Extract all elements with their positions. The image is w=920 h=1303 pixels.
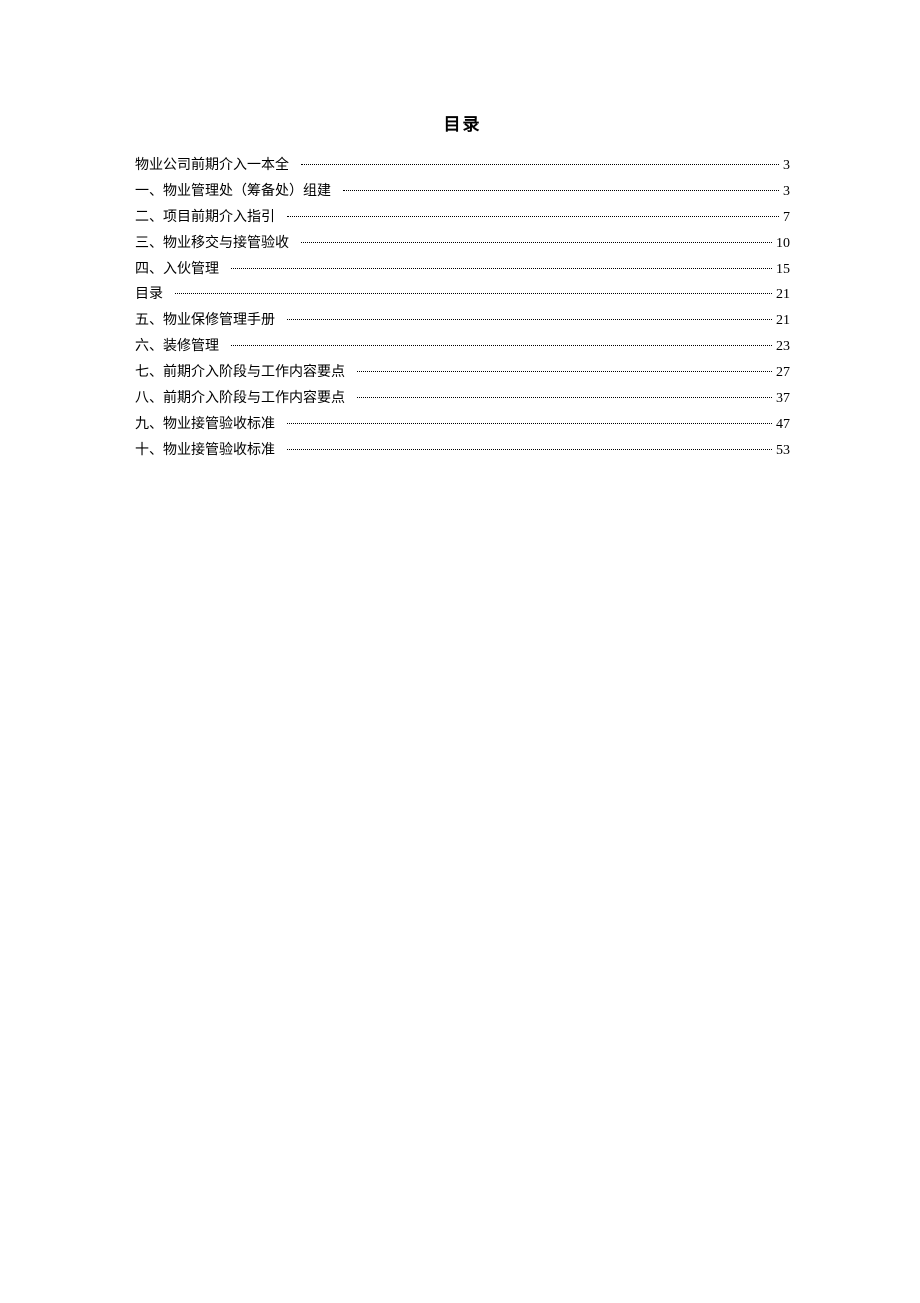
toc-entry: 四、入伙管理 15	[135, 257, 790, 283]
toc-entry: 九、物业接管验收标准 47	[135, 412, 790, 438]
toc-entry-label: 二、项目前期介入指引	[135, 205, 287, 231]
toc-leader-dots	[175, 293, 772, 294]
toc-entry-label: 四、入伙管理	[135, 257, 231, 283]
toc-leader-dots	[287, 216, 779, 217]
toc-leader-dots	[301, 242, 772, 243]
toc-entry: 八、前期介入阶段与工作内容要点 37	[135, 386, 790, 412]
toc-leader-dots	[357, 397, 772, 398]
toc-entry-page: 3	[779, 179, 790, 205]
toc-entry-page: 21	[772, 308, 790, 334]
toc-entry-label: 五、物业保修管理手册	[135, 308, 287, 334]
toc-list: 物业公司前期介入一本全 3 一、物业管理处（筹备处）组建 3 二、项目前期介入指…	[135, 153, 790, 464]
toc-entry-page: 7	[779, 205, 790, 231]
toc-leader-dots	[287, 449, 772, 450]
toc-entry-label: 物业公司前期介入一本全	[135, 153, 301, 179]
toc-entry: 目录 21	[135, 282, 790, 308]
toc-entry-page: 3	[779, 153, 790, 179]
toc-entry-label: 九、物业接管验收标准	[135, 412, 287, 438]
toc-entry-label: 八、前期介入阶段与工作内容要点	[135, 386, 357, 412]
toc-entry-page: 10	[772, 231, 790, 257]
toc-entry: 七、前期介入阶段与工作内容要点 27	[135, 360, 790, 386]
toc-entry: 五、物业保修管理手册 21	[135, 308, 790, 334]
toc-entry: 一、物业管理处（筹备处）组建 3	[135, 179, 790, 205]
toc-title: 目录	[135, 110, 790, 135]
toc-entry-page: 23	[772, 334, 790, 360]
toc-entry-page: 21	[772, 282, 790, 308]
toc-leader-dots	[287, 423, 772, 424]
toc-leader-dots	[231, 345, 772, 346]
toc-entry-page: 47	[772, 412, 790, 438]
toc-leader-dots	[287, 319, 772, 320]
toc-entry-label: 七、前期介入阶段与工作内容要点	[135, 360, 357, 386]
toc-entry-page: 53	[772, 438, 790, 464]
toc-entry-label: 三、物业移交与接管验收	[135, 231, 301, 257]
toc-entry-page: 37	[772, 386, 790, 412]
toc-entry-label: 六、装修管理	[135, 334, 231, 360]
toc-entry: 二、项目前期介入指引 7	[135, 205, 790, 231]
toc-entry: 六、装修管理 23	[135, 334, 790, 360]
toc-entry-label: 一、物业管理处（筹备处）组建	[135, 179, 343, 205]
toc-leader-dots	[343, 190, 779, 191]
toc-entry: 三、物业移交与接管验收 10	[135, 231, 790, 257]
toc-leader-dots	[357, 371, 772, 372]
toc-leader-dots	[231, 268, 772, 269]
toc-entry-page: 27	[772, 360, 790, 386]
toc-entry: 十、物业接管验收标准 53	[135, 438, 790, 464]
toc-leader-dots	[301, 164, 779, 165]
toc-entry-page: 15	[772, 257, 790, 283]
toc-entry-label: 目录	[135, 282, 175, 308]
toc-entry: 物业公司前期介入一本全 3	[135, 153, 790, 179]
toc-entry-label: 十、物业接管验收标准	[135, 438, 287, 464]
